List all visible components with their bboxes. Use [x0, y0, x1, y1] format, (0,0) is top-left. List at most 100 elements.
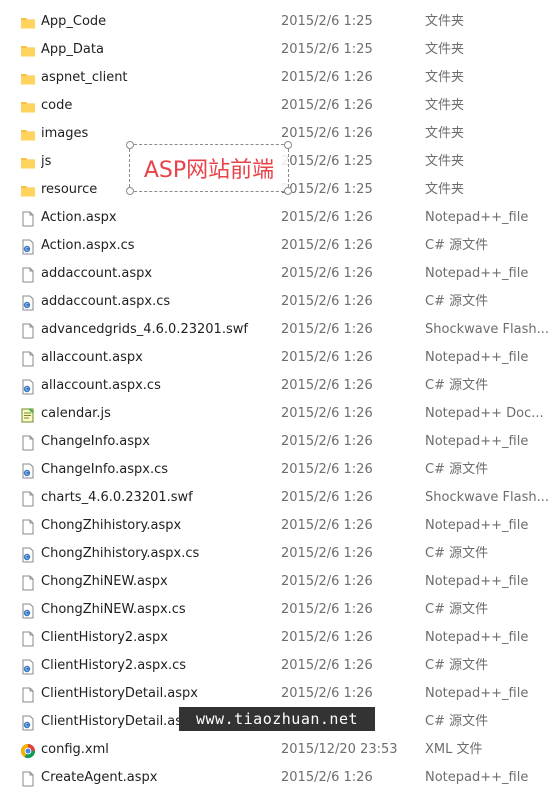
file-name[interactable]: App_Code — [41, 8, 271, 36]
chrome-icon — [20, 742, 36, 759]
file-row[interactable]: ChongZhiNEW.aspx 2015/2/6 1:26 Notepad++_f… — [0, 568, 556, 596]
file-modified-date: 2015/12/20 23:53 — [281, 742, 398, 757]
file-row[interactable]: C ChangeInfo.aspx.cs 2015/2/6 1:26 C# 源文件 — [0, 456, 556, 484]
file-type: C# 源文件 — [425, 294, 489, 309]
file-icon — [20, 350, 36, 367]
file-type: 文件夹 — [425, 42, 465, 57]
file-row[interactable]: config.xml 2015/12/20 23:53 XML 文件 — [0, 736, 556, 764]
resize-handle[interactable] — [126, 187, 134, 195]
file-row[interactable]: ChangeInfo.aspx 2015/2/6 1:26 Notepad++_fi… — [0, 428, 556, 456]
svg-text:C: C — [25, 247, 28, 253]
csharp-file-icon: C — [20, 378, 36, 395]
file-type: C# 源文件 — [425, 658, 489, 673]
file-name[interactable]: ClientHistory2.aspx — [41, 624, 271, 652]
file-icon — [20, 490, 36, 507]
file-modified-date: 2015/2/6 1:25 — [281, 154, 373, 169]
svg-text:C: C — [25, 723, 28, 729]
url-watermark: www.tiaozhuan.net — [179, 707, 375, 731]
file-name[interactable]: allaccount.aspx.cs — [41, 372, 271, 400]
file-row[interactable]: charts_4.6.0.23201.swf 2015/2/6 1:26 Shock… — [0, 484, 556, 512]
url-watermark-text: www.tiaozhuan.net — [195, 710, 359, 728]
file-name[interactable]: calendar.js — [41, 400, 271, 428]
file-type: C# 源文件 — [425, 714, 489, 729]
file-explorer-list-view: App_Code 2015/2/6 1:25 文件夹 App_Data 2015/2/6… — [0, 0, 556, 802]
file-name[interactable]: config.xml — [41, 736, 271, 764]
file-row[interactable]: ClientHistoryDetail.aspx 2015/2/6 1:26 Not… — [0, 680, 556, 708]
file-row[interactable]: C Action.aspx.cs 2015/2/6 1:26 C# 源文件 — [0, 232, 556, 260]
file-name[interactable]: addaccount.aspx — [41, 260, 271, 288]
file-modified-date: 2015/2/6 1:26 — [281, 126, 373, 141]
file-row[interactable]: Callaccount.aspx.cs 2015/2/6 1:26 C# 源文件 — [0, 372, 556, 400]
file-modified-date: 2015/2/6 1:25 — [281, 182, 373, 197]
file-row[interactable]: advancedgrids_4.6.0.23201.swf 2015/2/6 1:… — [0, 316, 556, 344]
folder-icon — [20, 98, 36, 114]
file-row[interactable]: Action.aspx 2015/2/6 1:26 Notepad++_file — [0, 204, 556, 232]
file-list: App_Code 2015/2/6 1:25 文件夹 App_Data 2015/2/6… — [0, 8, 556, 792]
file-row[interactable]: App_Data 2015/2/6 1:25 文件夹 — [0, 36, 556, 64]
file-name[interactable]: ChangeInfo.aspx.cs — [41, 456, 271, 484]
file-row[interactable]: CreateAgent.aspx 2015/2/6 1:26 Notepad++_f… — [0, 764, 556, 792]
file-row[interactable]: calendar.js 2015/2/6 1:26 Notepad++ Doc... — [0, 400, 556, 428]
file-row[interactable]: ChongZhihistory.aspx 2015/2/6 1:26 Notepad… — [0, 512, 556, 540]
file-name[interactable]: ChongZhiNEW.aspx — [41, 568, 271, 596]
resize-handle[interactable] — [284, 141, 292, 149]
file-name[interactable]: ChongZhihistory.aspx — [41, 512, 271, 540]
file-modified-date: 2015/2/6 1:25 — [281, 14, 373, 29]
folder-icon — [20, 126, 36, 142]
file-type: Notepad++_file — [425, 770, 529, 785]
watermark-overlay: ASP网站前端 — [126, 141, 292, 195]
file-row[interactable]: C ClientHistory2.aspx.cs 2015/2/6 1:26 C# 源… — [0, 652, 556, 680]
file-row[interactable]: addaccount.aspx 2015/2/6 1:26 Notepad++_fi… — [0, 260, 556, 288]
file-modified-date: 2015/2/6 1:26 — [281, 658, 373, 673]
folder-icon — [20, 70, 36, 86]
file-type: Notepad++_file — [425, 434, 529, 449]
file-modified-date: 2015/2/6 1:26 — [281, 770, 373, 785]
file-type: Notepad++_file — [425, 518, 529, 533]
file-name[interactable]: charts_4.6.0.23201.swf — [41, 484, 271, 512]
csharp-file-icon: C — [20, 294, 36, 311]
csharp-file-icon: C — [20, 238, 36, 255]
file-name[interactable]: addaccount.aspx.cs — [41, 288, 271, 316]
file-row[interactable]: ClientHistory2.aspx 2015/2/6 1:26 Notepad+… — [0, 624, 556, 652]
file-name[interactable]: Action.aspx — [41, 204, 271, 232]
file-type: Notepad++_file — [425, 686, 529, 701]
file-name[interactable]: ClientHistoryDetail.aspx — [41, 680, 271, 708]
svg-text:C: C — [25, 303, 28, 309]
file-icon — [20, 434, 36, 451]
file-row[interactable]: C ChongZhiNEW.aspx.cs 2015/2/6 1:26 C# 源文件 — [0, 596, 556, 624]
file-name[interactable]: CreateAgent.aspx — [41, 764, 271, 792]
file-row[interactable]: C ChongZhihistory.aspx.cs 2015/2/6 1:26 C# … — [0, 540, 556, 568]
file-name[interactable]: ChongZhiNEW.aspx.cs — [41, 596, 271, 624]
file-name[interactable]: ChangeInfo.aspx — [41, 428, 271, 456]
file-row[interactable]: aspnet_client 2015/2/6 1:26 文件夹 — [0, 64, 556, 92]
file-type: 文件夹 — [425, 126, 465, 141]
file-type: 文件夹 — [425, 154, 465, 169]
file-name[interactable]: allaccount.aspx — [41, 344, 271, 372]
file-name[interactable]: advancedgrids_4.6.0.23201.swf — [41, 316, 271, 344]
file-modified-date: 2015/2/6 1:26 — [281, 406, 373, 421]
file-icon — [20, 518, 36, 535]
file-name[interactable]: aspnet_client — [41, 64, 271, 92]
csharp-file-icon: C — [20, 546, 36, 563]
folder-icon — [20, 14, 36, 30]
file-modified-date: 2015/2/6 1:26 — [281, 630, 373, 645]
resize-handle[interactable] — [126, 141, 134, 149]
file-name[interactable]: App_Data — [41, 36, 271, 64]
file-icon — [20, 770, 36, 787]
file-name[interactable]: code — [41, 92, 271, 120]
file-row[interactable]: code 2015/2/6 1:26 文件夹 — [0, 92, 556, 120]
file-row[interactable]: Caddaccount.aspx.cs 2015/2/6 1:26 C# 源文件 — [0, 288, 556, 316]
file-modified-date: 2015/2/6 1:26 — [281, 266, 373, 281]
file-type: XML 文件 — [425, 742, 483, 757]
file-name[interactable]: ClientHistory2.aspx.cs — [41, 652, 271, 680]
file-modified-date: 2015/2/6 1:26 — [281, 434, 373, 449]
file-name[interactable]: Action.aspx.cs — [41, 232, 271, 260]
csharp-file-icon: C — [20, 602, 36, 619]
folder-icon — [20, 182, 36, 198]
file-name[interactable]: ChongZhihistory.aspx.cs — [41, 540, 271, 568]
file-modified-date: 2015/2/6 1:26 — [281, 210, 373, 225]
resize-handle[interactable] — [284, 187, 292, 195]
file-row[interactable]: App_Code 2015/2/6 1:25 文件夹 — [0, 8, 556, 36]
file-type: Notepad++_file — [425, 210, 529, 225]
file-row[interactable]: allaccount.aspx 2015/2/6 1:26 Notepad++_fi… — [0, 344, 556, 372]
